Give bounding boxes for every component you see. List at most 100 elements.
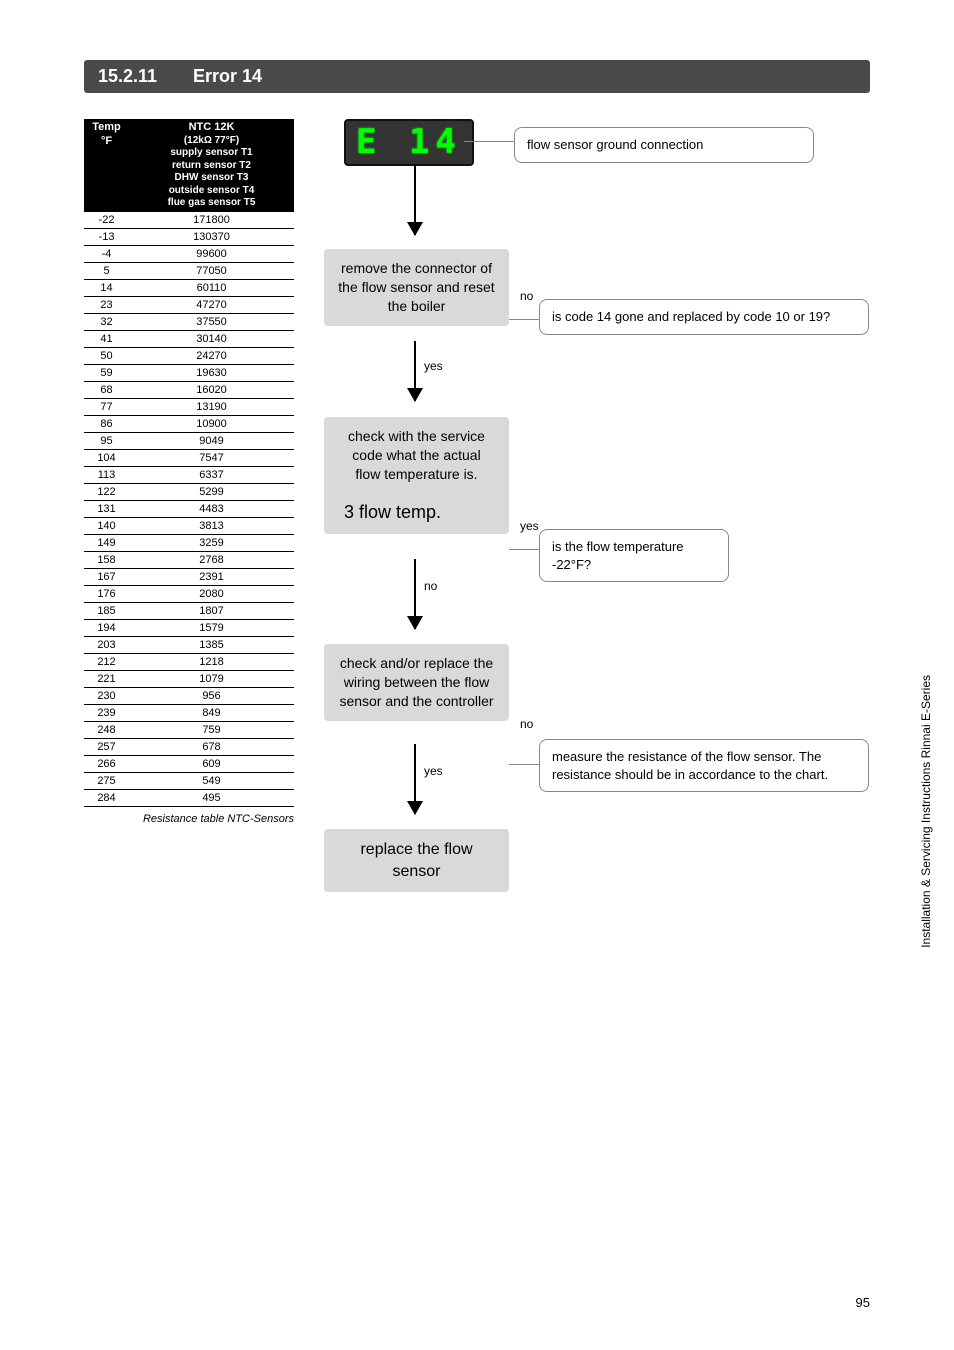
table-cell-resistance: 130370 [129, 229, 294, 246]
table-col2-line-4: outside sensor T4 [133, 185, 290, 198]
table-col2-header: NTC 12K (12kΩ 77°F) supply sensor T1 ret… [129, 119, 294, 212]
connector-line [509, 319, 539, 320]
table-row: 266609 [84, 756, 294, 773]
table-cell-temp: 167 [84, 569, 129, 586]
callout-display: flow sensor ground connection [514, 127, 814, 163]
flow-box-replace-sensor: replace the flow sensor [324, 829, 509, 892]
table-cell-resistance: 759 [129, 722, 294, 739]
table-cell-resistance: 171800 [129, 212, 294, 229]
table-cell-resistance: 1079 [129, 671, 294, 688]
table-row: 1136337 [84, 467, 294, 484]
connector-line [464, 141, 514, 142]
table-cell-resistance: 1218 [129, 654, 294, 671]
table-cell-temp: 104 [84, 450, 129, 467]
table-cell-temp: 140 [84, 518, 129, 535]
table-row: 7713190 [84, 399, 294, 416]
table-row: 1851807 [84, 603, 294, 620]
table-cell-resistance: 16020 [129, 382, 294, 399]
table-cell-temp: 131 [84, 501, 129, 518]
table-cell-temp: 122 [84, 484, 129, 501]
table-cell-temp: 275 [84, 773, 129, 790]
table-cell-resistance: 77050 [129, 263, 294, 280]
label-no: no [424, 579, 437, 593]
table-row: 959049 [84, 433, 294, 450]
table-cell-temp: -22 [84, 212, 129, 229]
table-cell-temp: 59 [84, 365, 129, 382]
table-row: 1493259 [84, 535, 294, 552]
arrow-icon [414, 165, 416, 235]
table-row: 2121218 [84, 654, 294, 671]
table-cell-temp: -4 [84, 246, 129, 263]
section-title: Error 14 [193, 66, 262, 86]
table-row: 5919630 [84, 365, 294, 382]
table-cell-temp: 32 [84, 314, 129, 331]
table-row: 248759 [84, 722, 294, 739]
table-cell-temp: 149 [84, 535, 129, 552]
table-cell-temp: 68 [84, 382, 129, 399]
table-cell-temp: 239 [84, 705, 129, 722]
table-cell-temp: 185 [84, 603, 129, 620]
table-cell-resistance: 3813 [129, 518, 294, 535]
table-row: 1582768 [84, 552, 294, 569]
table-cell-temp: 257 [84, 739, 129, 756]
table-cell-resistance: 7547 [129, 450, 294, 467]
table-row: 239849 [84, 705, 294, 722]
table-row: 577050 [84, 263, 294, 280]
table-row: 1762080 [84, 586, 294, 603]
table-cell-temp: 230 [84, 688, 129, 705]
table-cell-resistance: 99600 [129, 246, 294, 263]
callout-box3: measure the resistance of the flow senso… [539, 739, 869, 792]
table-cell-resistance: 60110 [129, 280, 294, 297]
table-cell-resistance: 30140 [129, 331, 294, 348]
label-no: no [520, 289, 533, 303]
table-row: 1314483 [84, 501, 294, 518]
table-cell-resistance: 2080 [129, 586, 294, 603]
table-col2-line-1: supply sensor T1 [133, 147, 290, 160]
section-number: 15.2.11 [98, 66, 188, 87]
table-row: 4130140 [84, 331, 294, 348]
callout-box1: is code 14 gone and replaced by code 10 … [539, 299, 869, 335]
table-row: -22171800 [84, 212, 294, 229]
table-cell-resistance: 609 [129, 756, 294, 773]
connector-line [509, 764, 539, 765]
page-number: 95 [856, 1295, 870, 1310]
flow-box-remove-connector: remove the connector of the flow sensor … [324, 249, 509, 326]
resistance-table-block: Temp °F NTC 12K (12kΩ 77°F) supply senso… [84, 119, 294, 825]
table-cell-resistance: 2768 [129, 552, 294, 569]
table-row: 1225299 [84, 484, 294, 501]
table-cell-resistance: 495 [129, 790, 294, 807]
flowchart: E 14 flow sensor ground connection remov… [324, 119, 870, 825]
table-cell-temp: 95 [84, 433, 129, 450]
table-row: 6816020 [84, 382, 294, 399]
table-cell-resistance: 4483 [129, 501, 294, 518]
table-row: 5024270 [84, 348, 294, 365]
table-cell-temp: 212 [84, 654, 129, 671]
table-cell-resistance: 10900 [129, 416, 294, 433]
table-cell-temp: 86 [84, 416, 129, 433]
table-col2-line-0: (12kΩ 77°F) [133, 135, 290, 148]
arrow-icon [414, 559, 416, 629]
table-cell-resistance: 6337 [129, 467, 294, 484]
table-cell-resistance: 3259 [129, 535, 294, 552]
table-cell-resistance: 37550 [129, 314, 294, 331]
flow-box2-line1: check with the service code what the act… [338, 427, 495, 484]
table-cell-resistance: 1807 [129, 603, 294, 620]
label-yes: yes [424, 764, 443, 778]
table-cell-resistance: 9049 [129, 433, 294, 450]
side-footer: Installation & Servicing Instructions Ri… [919, 675, 933, 948]
table-cell-resistance: 13190 [129, 399, 294, 416]
table-cell-temp: 158 [84, 552, 129, 569]
table-cell-temp: 14 [84, 280, 129, 297]
table-cell-temp: 248 [84, 722, 129, 739]
table-row: 1672391 [84, 569, 294, 586]
table-row: -499600 [84, 246, 294, 263]
table-cell-resistance: 24270 [129, 348, 294, 365]
table-cell-temp: 284 [84, 790, 129, 807]
table-row: 2031385 [84, 637, 294, 654]
table-row: 284495 [84, 790, 294, 807]
table-col2-line-2: return sensor T2 [133, 160, 290, 173]
table-cell-resistance: 849 [129, 705, 294, 722]
table-col2-line-3: DHW sensor T3 [133, 172, 290, 185]
table-col2-top: NTC 12K [133, 121, 290, 135]
table-cell-temp: 23 [84, 297, 129, 314]
